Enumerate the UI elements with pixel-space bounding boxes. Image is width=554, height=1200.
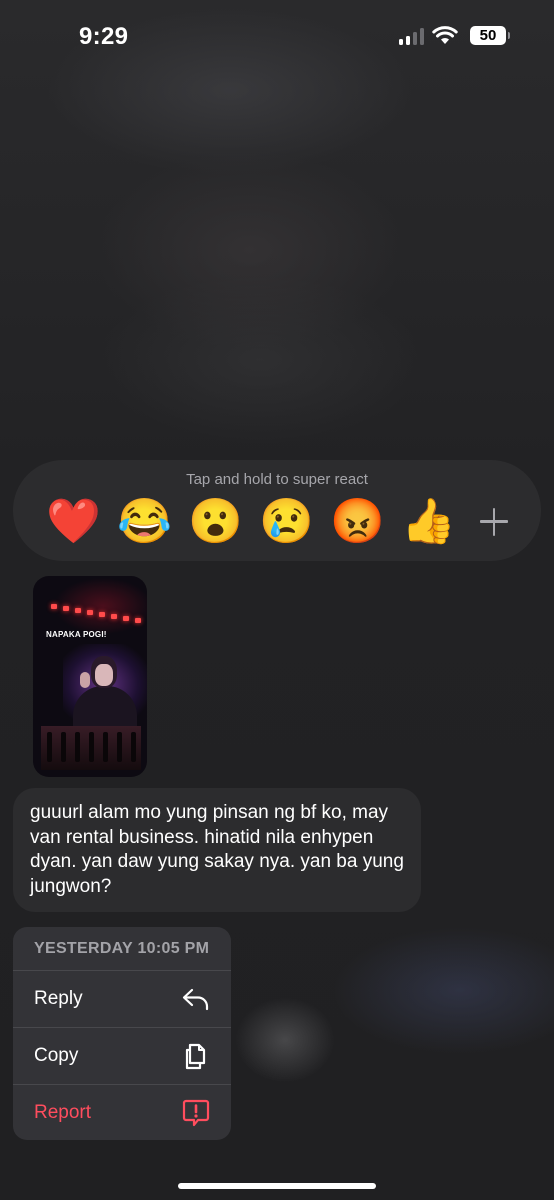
cellular-signal-icon	[399, 27, 424, 45]
message-timestamp: YESTERDAY 10:05 PM	[13, 927, 231, 971]
reply-arrow-icon	[182, 988, 209, 1011]
copy-icon	[185, 1043, 206, 1070]
reaction-options: ❤️ 😂 😮 😢 😡 👍	[38, 494, 519, 550]
message-photo[interactable]: NAPAKA POGI!	[33, 576, 147, 777]
reaction-thumbs-up[interactable]: 👍	[393, 494, 464, 550]
reaction-angry-face[interactable]: 😡	[322, 494, 393, 550]
reply-menu-item[interactable]: Reply	[13, 971, 231, 1028]
photo-caption: NAPAKA POGI!	[46, 630, 107, 639]
reaction-bar: Tap and hold to super react ❤️ 😂 😮 😢 😡 👍	[13, 460, 541, 561]
copy-label: Copy	[34, 1045, 79, 1066]
message-context-menu: YESTERDAY 10:05 PM Reply Copy Report	[13, 927, 231, 1140]
reaction-open-mouth[interactable]: 😮	[180, 494, 251, 550]
reply-label: Reply	[34, 988, 83, 1009]
super-react-hint: Tap and hold to super react	[186, 471, 368, 488]
reaction-tears-of-joy[interactable]: 😂	[109, 494, 180, 550]
report-icon	[182, 1099, 210, 1127]
battery-level: 50	[479, 27, 497, 44]
report-label: Report	[34, 1102, 92, 1123]
wifi-icon	[432, 26, 458, 44]
battery-icon: 50	[470, 26, 510, 45]
message-bubble[interactable]: guuurl alam mo yung pinsan ng bf ko, may…	[13, 788, 421, 912]
stage-lights	[51, 600, 147, 626]
status-icons: 50	[399, 26, 510, 45]
plus-icon[interactable]	[469, 494, 519, 550]
reaction-red-heart[interactable]: ❤️	[38, 494, 109, 550]
copy-menu-item[interactable]: Copy	[13, 1028, 231, 1085]
status-time: 9:29	[79, 23, 129, 50]
home-indicator[interactable]	[178, 1183, 376, 1189]
reaction-crying-face[interactable]: 😢	[251, 494, 322, 550]
message-text: guuurl alam mo yung pinsan ng bf ko, may…	[30, 802, 404, 897]
message-reaction-screen: 9:29 50 Tap and hold to super react ❤️ 😂…	[0, 0, 554, 1200]
report-menu-item[interactable]: Report	[13, 1085, 231, 1140]
